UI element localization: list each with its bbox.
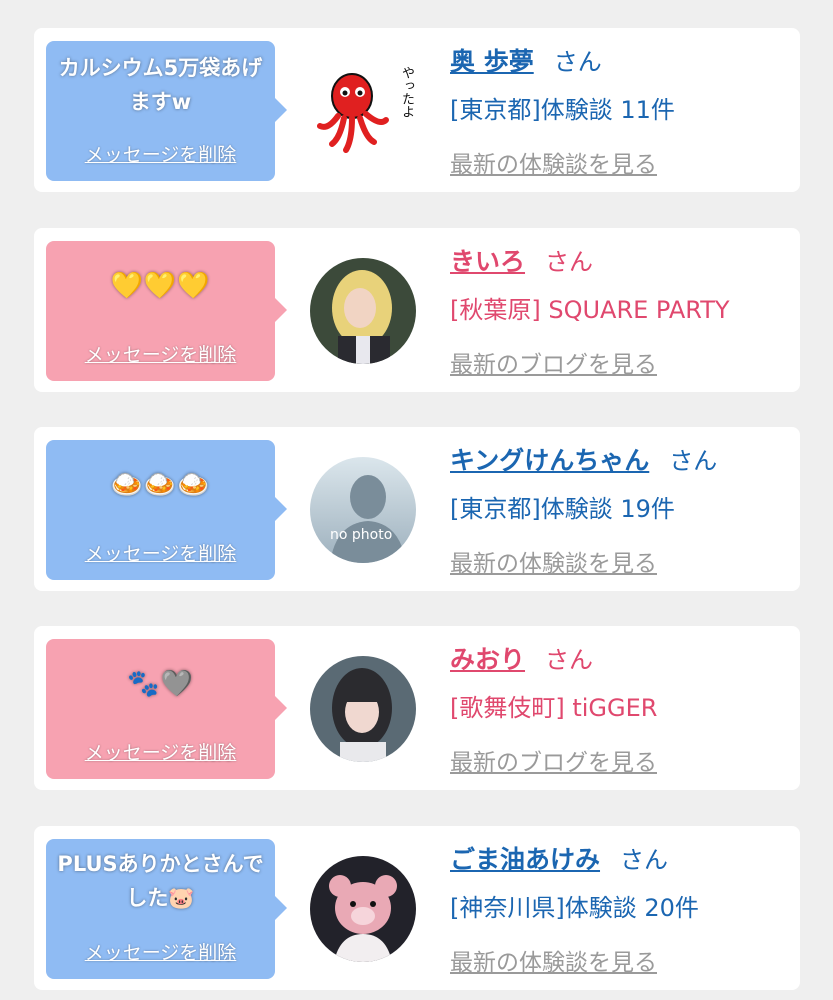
latest-review-link[interactable]: 最新の体験談を見る [450, 544, 657, 578]
latest-blog-link[interactable]: 最新のブログを見る [450, 345, 657, 379]
message-text: 🍛🍛🍛 [110, 470, 211, 500]
user-info: [歌舞伎町] tiGGER [450, 694, 658, 722]
latest-blog-link[interactable]: 最新のブログを見る [450, 743, 657, 777]
blonde-girl-photo[interactable] [310, 258, 416, 364]
dark-hair-girl-photo[interactable] [310, 656, 416, 762]
message-card: 🐾🩶 メッセージを削除 みおり さん [歌舞伎町] tiGGER 最新のブログを見… [34, 626, 800, 790]
delete-message-link[interactable]: メッセージを削除 [46, 539, 275, 566]
message-bubble: 🍛🍛🍛 メッセージを削除 [46, 440, 287, 580]
message-text: PLUSありかとさんでした🐷 [57, 852, 264, 910]
user-info: [秋葉原] SQUARE PARTY [450, 296, 730, 324]
no-photo-silhouette[interactable]: no photo [310, 457, 416, 563]
name-line: キングけんちゃん さん [450, 441, 717, 477]
message-bubble: PLUSありかとさんでした🐷 メッセージを削除 [46, 839, 287, 979]
pink-bear-photo[interactable] [310, 856, 416, 962]
user-name-link[interactable]: ごま油あけみ [450, 845, 600, 874]
user-info: [東京都]体験談 11件 [450, 96, 675, 124]
octopus-icon[interactable]: やったよ [310, 58, 416, 164]
name-suffix: さん [545, 646, 594, 674]
message-text: カルシウム5万袋あげますw [58, 56, 263, 114]
delete-message-link[interactable]: メッセージを削除 [46, 140, 275, 167]
name-suffix: さん [669, 447, 718, 475]
name-suffix: さん [553, 48, 602, 76]
delete-message-link[interactable]: メッセージを削除 [46, 738, 275, 765]
name-line: みおり さん [450, 640, 593, 676]
name-suffix: さん [545, 248, 594, 276]
message-bubble: カルシウム5万袋あげますw メッセージを削除 [46, 41, 287, 181]
message-card: カルシウム5万袋あげますw メッセージを削除 やったよ 奥 歩夢 さん [東京都]… [34, 28, 800, 192]
delete-message-link[interactable]: メッセージを削除 [46, 340, 275, 367]
message-bubble: 💛💛💛 メッセージを削除 [46, 241, 287, 381]
avatar-caption: やったよ [399, 66, 414, 118]
delete-message-link[interactable]: メッセージを削除 [46, 938, 275, 965]
message-text: 🐾🩶 [127, 669, 194, 699]
name-suffix: さん [620, 846, 669, 874]
user-name-link[interactable]: 奥 歩夢 [450, 47, 534, 76]
message-card: PLUSありかとさんでした🐷 メッセージを削除 ごま油あけみ さん [神奈川県]体… [34, 826, 800, 990]
message-bubble: 🐾🩶 メッセージを削除 [46, 639, 287, 779]
message-card: 🍛🍛🍛 メッセージを削除 no photo キングけんちゃん さん [東京都]体験… [34, 427, 800, 591]
message-card: 💛💛💛 メッセージを削除 きいろ さん [秋葉原] SQUARE PARTY 最新… [34, 228, 800, 392]
user-name-link[interactable]: キングけんちゃん [450, 446, 649, 475]
no-photo-caption: no photo [330, 527, 393, 543]
user-name-link[interactable]: きいろ [450, 247, 525, 276]
user-name-link[interactable]: みおり [450, 645, 525, 674]
name-line: ごま油あけみ さん [450, 840, 668, 876]
message-text: 💛💛💛 [110, 271, 211, 301]
latest-review-link[interactable]: 最新の体験談を見る [450, 943, 657, 977]
user-info: [東京都]体験談 19件 [450, 495, 675, 523]
latest-review-link[interactable]: 最新の体験談を見る [450, 145, 657, 179]
name-line: 奥 歩夢 さん [450, 42, 602, 78]
name-line: きいろ さん [450, 242, 593, 278]
user-info: [神奈川県]体験談 20件 [450, 894, 699, 922]
